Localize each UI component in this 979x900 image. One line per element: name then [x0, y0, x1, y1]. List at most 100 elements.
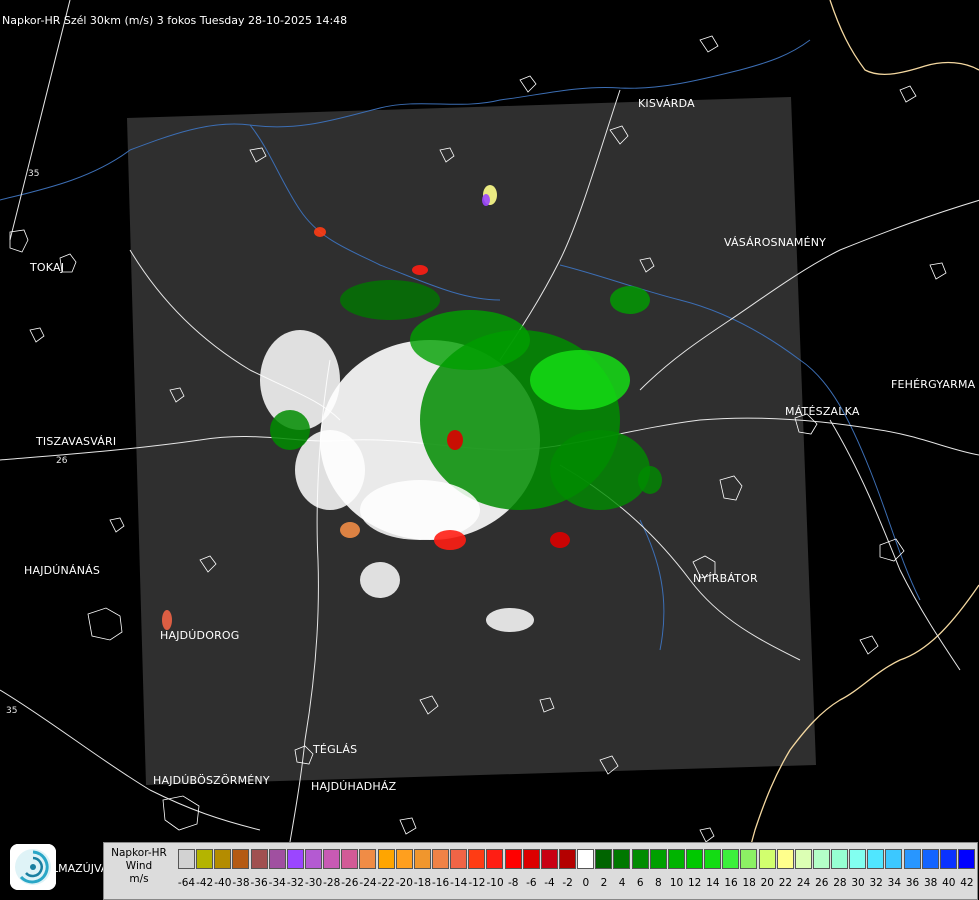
city-label-mateszalka: MÁTÉSZALKA [785, 405, 860, 418]
legend-tick-label: 40 [942, 877, 956, 889]
legend-swatch [577, 849, 595, 869]
legend-swatch [794, 849, 812, 869]
legend-tick-label: -14 [450, 877, 468, 889]
legend-tick-label: -24 [359, 877, 377, 889]
legend-swatch [304, 849, 322, 869]
legend-tick-label: -40 [214, 877, 232, 889]
legend-swatch [631, 849, 649, 869]
legend-swatch [849, 849, 867, 869]
city-label-tiszavasvari: TISZAVASVÁRI [36, 435, 117, 448]
wind-legend: Napkor-HR Wind m/s -64 -42 -40 -38 -36 -34 -32… [103, 842, 978, 900]
legend-swatch [250, 849, 268, 869]
legend-swatch [740, 849, 758, 869]
legend-tick-label: 18 [742, 877, 756, 889]
legend-swatch [812, 849, 830, 869]
city-label-tokaj: TOKAJ [30, 261, 65, 274]
legend-tick-label: 28 [833, 877, 847, 889]
legend-tick-label: -32 [286, 877, 304, 889]
radar-map: 35 26 35 [0, 0, 979, 900]
legend-label: Napkor-HR Wind m/s [106, 847, 172, 886]
legend-tick-label: 34 [887, 877, 902, 889]
legend-tick-label: 20 [760, 877, 774, 889]
legend-tick-label: 4 [618, 877, 626, 889]
legend-swatch [323, 849, 341, 869]
legend-tick-label: -64 [177, 877, 196, 889]
legend-swatch [776, 849, 794, 869]
legend-swatch [232, 849, 250, 869]
legend-swatch [268, 849, 286, 869]
city-label-vasarosnameny: VÁSÁROSNAMÉNY [724, 236, 827, 249]
legend-tick-label: 6 [636, 877, 644, 889]
legend-tick-label: -22 [377, 877, 395, 889]
legend-tick-label: 8 [655, 877, 662, 889]
legend-tick-label: 30 [851, 877, 865, 889]
legend-swatch [359, 849, 377, 869]
legend-label-quantity: Wind [125, 860, 153, 872]
legend-swatch [613, 849, 631, 869]
map-title: Napkor-HR Szél 30km (m/s) 3 fokos Tuesda… [2, 14, 348, 27]
napkor-logo-icon [10, 844, 56, 890]
legend-tick-label: 38 [923, 877, 938, 889]
legend-tick-label: -2 [562, 877, 573, 889]
legend-swatch [431, 849, 449, 869]
legend-tick-label: 26 [815, 877, 829, 889]
legend-swatch [958, 849, 976, 869]
legend-tick-label: 12 [688, 877, 702, 889]
city-label-hajduboszormeny: HAJDÚBÖSZÖRMÉNY [153, 774, 270, 787]
legend-swatch [413, 849, 431, 869]
legend-tick-label: -38 [232, 877, 250, 889]
legend-tick-label: 2 [600, 877, 608, 889]
legend-swatch [704, 849, 722, 869]
city-label-hajduhadhaz: HAJDÚHADHÁZ [311, 780, 397, 793]
legend-tick-label: 32 [869, 877, 883, 889]
legend-swatch [341, 849, 359, 869]
legend-tick-label: 24 [796, 877, 811, 889]
legend-tick-label: 10 [669, 877, 684, 889]
city-label-hajdunanas: HAJDÚNÁNÁS [24, 564, 101, 577]
city-label-nyirbator: NYÍRBÁTOR [693, 572, 758, 585]
city-label-hajdudorog: HAJDÚDOROG [160, 629, 240, 642]
legend-label-product: Napkor-HR [111, 847, 167, 859]
legend-swatches [178, 849, 976, 869]
legend-swatch [685, 849, 703, 869]
road-number-26: 26 [56, 456, 68, 466]
legend-swatch [540, 849, 558, 869]
legend-swatch [450, 849, 468, 869]
road-number-35-south: 35 [6, 706, 17, 716]
legend-tick-label: -10 [486, 877, 504, 889]
legend-tick-label: -42 [196, 877, 214, 889]
legend-tick-label: -34 [268, 877, 286, 889]
legend-swatch [395, 849, 413, 869]
legend-tick-label: 42 [960, 877, 974, 889]
legend-swatch [903, 849, 921, 869]
legend-tick-label: -20 [395, 877, 413, 889]
legend-tick-label: -8 [507, 877, 519, 889]
legend-tick-label: -18 [413, 877, 432, 889]
legend-tick-label: 14 [706, 877, 720, 889]
legend-swatch [595, 849, 613, 869]
legend-tick-label: -4 [544, 877, 555, 889]
legend-swatch [921, 849, 939, 869]
legend-swatch [885, 849, 903, 869]
road-number-35-north: 35 [28, 169, 39, 179]
legend-tick-label: -12 [468, 877, 486, 889]
legend-tick-label: -28 [323, 877, 341, 889]
legend-swatch [831, 849, 849, 869]
city-label-teglas: TÉGLÁS [313, 743, 358, 756]
legend-tick-label: -16 [432, 877, 450, 889]
legend-tick-label: -26 [341, 877, 359, 889]
legend-tick-label: 0 [582, 877, 590, 889]
legend-swatch [758, 849, 776, 869]
legend-swatch [486, 849, 504, 869]
legend-tick-label: -36 [250, 877, 268, 889]
legend-swatch [867, 849, 885, 869]
legend-swatch [196, 849, 214, 869]
legend-tick-label: 16 [724, 877, 738, 889]
legend-tick-label: -6 [526, 877, 537, 889]
legend-label-unit: m/s [129, 873, 149, 885]
legend-swatch [504, 849, 522, 869]
city-label-kisvarda: KISVÁRDA [638, 97, 695, 110]
legend-swatch [939, 849, 957, 869]
legend-swatch [722, 849, 740, 869]
legend-swatch [377, 849, 395, 869]
